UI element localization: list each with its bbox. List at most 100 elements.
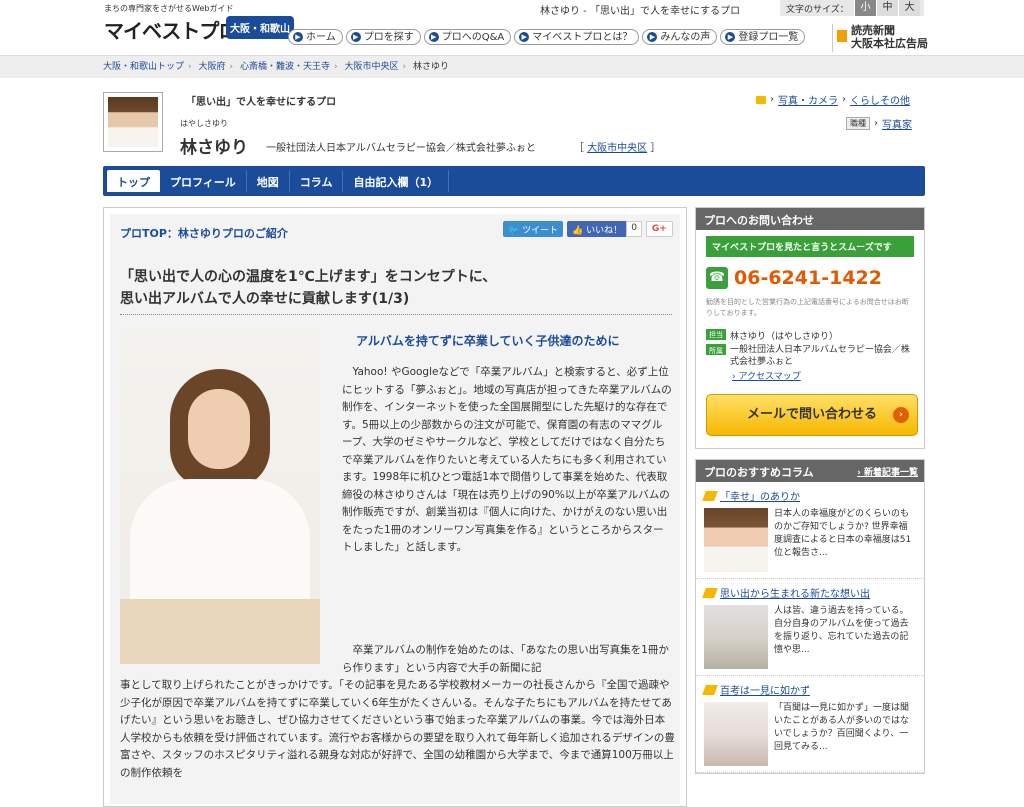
column-title-link[interactable]: 思い出から生まれる新たな想い出 [720,585,870,600]
column-item: 「幸せ」のありか 日本人の幸福度がどのくらいのものかご存知でしょうか? 世界幸福… [696,482,924,579]
region-badge: 大阪・和歌山 [226,16,294,39]
arrow-right-icon: ▶ [519,32,530,42]
nav-label: ホーム [306,32,336,43]
column-title-link[interactable]: 百考は一見に如かず [720,682,810,697]
site-logo[interactable]: マイベストプロ [104,15,238,44]
bird-icon: 🐦 [508,226,523,236]
category-arrow-icon: › [842,94,846,105]
breadcrumb-item[interactable]: 心斎橋・難波・天王寺 [240,62,330,72]
arrow-right-icon: ▶ [293,32,303,42]
folder-icon [756,95,766,104]
category-tags: › 写真・カメラ › くらしその他 [756,92,910,107]
paragraph-2-lead: 卒業アルバムの制作を始めたのは、「あなたの思い出写真集を1冊から作ります」という… [342,644,669,674]
font-size-medium-button[interactable]: 中 [876,0,898,16]
profile-organization: 一般社団法人日本アルバムセラピー協会／株式会社夢ふぉと [266,143,536,154]
access-map-label: アクセスマップ [738,372,801,382]
nav-label: プロを探す [363,32,414,43]
job-link[interactable]: 写真家 [882,116,912,131]
breadcrumb-separator: › [188,62,192,72]
latest-articles-link[interactable]: › 新着記事一覧 [857,465,918,478]
breadcrumb-separator: › [229,62,234,72]
column-thumbnail[interactable] [704,605,768,669]
tab-free-entry[interactable]: 自由記入欄（1） [343,170,450,192]
breadcrumb-item[interactable]: 大阪府 [199,62,226,72]
column-excerpt: 人は皆、違う過去を持っている。自分自身のアルバムを使って過去を振り返り、忘れてい… [774,606,909,655]
tab-top[interactable]: トップ [107,170,160,192]
smooth-notice: マイベストプロを見たと言うとスムーズです [706,236,914,257]
phone-number[interactable]: 06-6241-1422 [734,267,882,289]
tab-column[interactable]: コラム [290,170,344,192]
like-label: いいね！ [586,226,623,236]
tab-map[interactable]: 地図 [247,170,290,192]
column-title-link[interactable]: 「幸せ」のありか [720,488,800,503]
like-count: 0 [626,221,642,237]
profile-area-link[interactable]: 大阪市中央区 [587,143,647,154]
column-excerpt: 「百聞は一見に如かず」一度は聞いたことがある人が多いのではないでしょうか？百回聞… [774,703,910,752]
tweet-label: ツイート [522,226,559,236]
arrow-right-icon: ▶ [647,32,658,42]
portrait-photo [120,329,320,664]
contact-org-name: 一般社団法人日本アルバムセラピー協会／株式会社夢ふぉと [730,345,910,367]
category-link-other[interactable]: くらしその他 [850,92,910,107]
like-button[interactable]: 👍 いいね！ [567,221,628,237]
nav-search-pro[interactable]: ▶ プロを探す [345,29,421,45]
arrow-right-icon: ▶ [725,32,736,42]
article-subheading: アルバムを持てずに卒業していく子供達のために [356,334,620,348]
newspaper-icon [837,30,847,42]
font-size-small-button[interactable]: 小 [854,0,876,16]
paragraph-2-rest: 事として取り上げられたことがきっかけです。「その記事を見たある学校教材メーカーの… [120,679,675,779]
pencil-icon [702,587,718,598]
font-size-switcher: 文字のサイズ： 小 中 大 [780,0,924,16]
category-arrow-icon: › [874,118,878,129]
nav-qa[interactable]: ▶ プロへのQ&A [423,29,512,45]
column-thumbnail[interactable] [704,508,768,572]
profile-catchphrase: 「思い出」で人を幸せにするプロ [186,97,337,108]
nav-label: プロへのQ&A [441,32,505,43]
profile-name-reading: はやしさゆり [180,119,228,128]
contact-box: プロへのお問い合わせ マイベストプロを見たと言うとスムーズです ☎ 06-624… [695,207,925,449]
tab-profile[interactable]: プロフィール [160,170,247,192]
category-link-photo[interactable]: 写真・カメラ [778,92,838,107]
breadcrumb-item[interactable]: 大阪・和歌山トップ [103,62,184,72]
breadcrumb-separator: › [402,62,407,72]
mail-button-label: メールで問い合わせる [746,407,877,422]
columns-box-title: プロのおすすめコラム [704,466,814,479]
arrow-right-icon: ▶ [428,32,439,42]
profile-photo [103,92,163,152]
contact-org-row: 所属 一般社団法人日本アルバムセラピー協会／株式会社夢ふぉと [706,344,914,368]
gplus-button[interactable]: G+ [645,221,673,237]
breadcrumb-current: 林さゆり [413,62,450,72]
photo-shirt-shape [130,479,310,609]
contact-person-row: 担当 林さゆり（はやしさゆり） [706,329,914,342]
latest-articles-label: 新着記事一覧 [863,468,918,478]
breadcrumb: 大阪・和歌山トップ › 大阪府 › 心斎橋・難波・天王寺 › 大阪市中央区 › 林さゆり [0,56,1024,78]
nav-home[interactable]: ▶ ホーム [288,29,343,45]
phone-note: 勧誘を目的とした営業行為の上記電話番号によるお問合せはお断りしております。 [706,298,909,317]
nav-label: マイベストプロとは？ [532,32,633,43]
column-thumbnail[interactable] [704,702,768,766]
article-panel: プロTOP：林さゆりプロのご紹介 🐦 ツイート 👍 いいね！ 0 G+ 「思い出… [103,207,687,807]
profile-tabs: トップ プロフィール 地図 コラム 自由記入欄（1） [103,166,925,196]
nav-pro-list[interactable]: ▶ 登録プロ一覧 [720,29,806,45]
document-title: 林さゆり - 「思い出」で人を幸せにするプロ [540,6,741,17]
font-size-large-button[interactable]: 大 [898,0,920,16]
global-nav: ▶ ホーム ▶ プロを探す ▶ プロへのQ&A ▶ マイベストプロとは？ ▶ みんなの声 … [288,29,806,45]
tweet-button[interactable]: 🐦 ツイート [503,221,564,237]
nav-label: 登録プロ一覧 [738,32,799,43]
profile-name: 林さゆり [180,138,248,158]
article-paragraph-2: 卒業アルバムの制作を始めたのは、「あなたの思い出写真集を1冊から作ります」という… [120,642,675,782]
breadcrumb-separator: › [334,62,338,72]
nav-about[interactable]: ▶ マイベストプロとは？ [514,29,640,45]
site-tagline: まちの専門家をさがせるWebガイド [104,4,234,13]
columns-box: プロのおすすめコラム › 新着記事一覧 「幸せ」のありか 日本人の幸福度がどのく… [695,459,925,774]
nav-voices[interactable]: ▶ みんなの声 [642,29,718,45]
access-map-link[interactable]: › アクセスマップ [732,369,914,382]
arrow-right-icon: ▶ [350,32,361,42]
phone-row: ☎ 06-6241-1422 [706,267,914,289]
article-body: プロTOP：林さゆりプロのご紹介 🐦 ツイート 👍 いいね！ 0 G+ 「思い出… [110,214,680,804]
breadcrumb-item[interactable]: 大阪市中央区 [345,62,399,72]
protop-title: プロTOP：林さゆりプロのご紹介 [120,227,288,240]
partner-text: 読売新聞 大阪本社広告局 [851,24,928,50]
mail-contact-button[interactable]: メールで問い合わせる › [706,394,918,436]
partner-label[interactable]: 読売新聞 大阪本社広告局 [832,24,928,52]
